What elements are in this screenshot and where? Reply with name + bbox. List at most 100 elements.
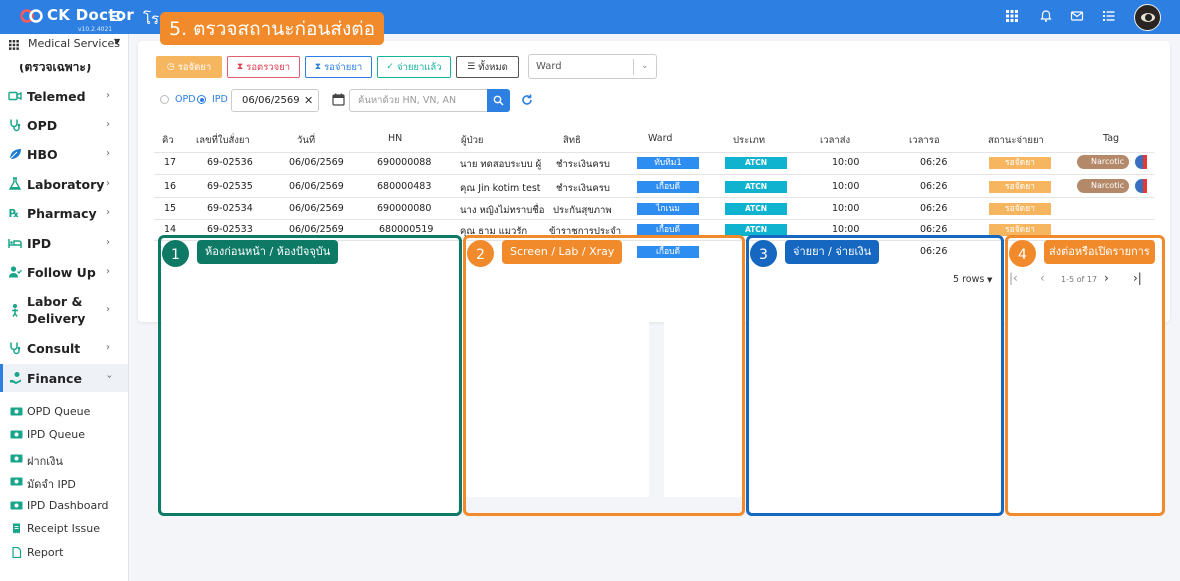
cash-icon (10, 430, 23, 439)
cash-icon (10, 477, 23, 486)
sidebar-item-hbo[interactable]: HBO › (0, 144, 128, 164)
sidebar-item-cut: (ตรวจเฉพาะ) (19, 60, 92, 74)
finance-sub-deposit[interactable]: ฝากเงิน (0, 449, 128, 469)
step-2-number: 2 (467, 240, 494, 267)
col-patient: ผู้ป่วย (461, 135, 484, 146)
apps-grid-icon[interactable] (1005, 9, 1019, 23)
cash-icon (10, 407, 23, 416)
filter-waiting-prepare-button[interactable]: ◷ รอจัดยา (156, 56, 222, 78)
clear-icon[interactable]: ✕ (304, 94, 313, 107)
sidebar-item-label: Laboratory (27, 177, 105, 192)
mail-icon[interactable] (1070, 9, 1084, 23)
sidebar-item-telemed[interactable]: Telemed › (0, 86, 128, 106)
search-button[interactable] (487, 89, 510, 112)
filter-waiting-check-button[interactable]: ⧗ รอตรวจยา (227, 56, 300, 78)
finance-sub-label: Report (27, 546, 64, 559)
stethoscope-icon (10, 342, 21, 355)
filter-dispensed-button[interactable]: ✓ จ่ายยาแล้ว (377, 56, 451, 78)
col-order: เลขที่ใบสั่งยา (196, 135, 250, 146)
sidebar-item-follow-up[interactable]: Follow Up › (0, 262, 128, 282)
type-badge: ATCN (725, 157, 787, 169)
ward-badge: ไกเนม (637, 203, 699, 215)
sidebar-item-finance[interactable]: Finance › (0, 364, 128, 392)
finance-sub-ipd-deposit[interactable]: มัดจำ IPD (0, 472, 128, 492)
radio-ipd[interactable] (197, 95, 206, 104)
pill-icon: ℞ (9, 207, 19, 220)
bell-icon[interactable] (1039, 9, 1053, 23)
check-icon: ✓ (386, 62, 394, 72)
narcotic-tag: Narcotic (1077, 179, 1130, 193)
sidebar-item-label: OPD (27, 118, 58, 133)
chevron-right-icon: › (106, 119, 110, 130)
chevron-right-icon: › (106, 342, 110, 353)
leaf-icon (9, 149, 21, 160)
cash-icon (10, 501, 23, 510)
finance-sub-ipd-queue[interactable]: IPD Queue (0, 425, 128, 445)
radio-ipd-label: IPD (212, 94, 228, 105)
col-tag: Tag (1103, 133, 1120, 144)
sidebar-item-laboratory[interactable]: Laboratory › (0, 174, 128, 194)
radio-opd-label: OPD (175, 94, 196, 105)
filter-all-button[interactable]: ☰ ทั้งหมด (456, 56, 519, 78)
cash-icon (10, 454, 23, 463)
finance-sub-receipt-issue[interactable]: Receipt Issue (0, 519, 128, 539)
sidebar-item-ipd[interactable]: IPD › (0, 233, 128, 253)
finance-sub-label: Receipt Issue (27, 522, 101, 535)
step-4-frame (1005, 235, 1165, 516)
step-1-label: ห้องก่อนหน้า / ห้องปัจจุบัน (197, 240, 339, 264)
calendar-icon[interactable] (332, 93, 345, 106)
sidebar-item-label: IPD (27, 236, 52, 251)
menu-toggle-icon[interactable] (109, 9, 123, 23)
chevron-right-icon: › (106, 304, 110, 315)
sidebar: Medical Services ▼ (ตรวจเฉพาะ) Telemed ›… (0, 34, 129, 581)
chevron-right-icon: › (106, 207, 110, 218)
ward-select-value: Ward (536, 61, 562, 72)
finance-sub-ipd-dashboard[interactable]: IPD Dashboard (0, 496, 128, 516)
col-date: วันที่ (297, 135, 316, 146)
sidebar-item-label: Telemed (27, 89, 86, 104)
status-badge: รอจัดยา (989, 157, 1051, 169)
finance-sub-label: มัดจำ IPD (27, 478, 76, 491)
module-selector[interactable]: Medical Services ▼ (0, 34, 128, 56)
sidebar-item-label: Follow Up (27, 265, 96, 280)
chevron-right-icon: › (106, 237, 110, 248)
flask-icon (8, 177, 22, 190)
hourglass-icon: ⧗ (314, 62, 322, 72)
refresh-icon[interactable] (520, 93, 534, 107)
ward-select[interactable]: Ward ⌄ (528, 54, 657, 79)
finance-sub-opd-queue[interactable]: OPD Queue (0, 402, 128, 422)
sidebar-item-label: Consult (27, 341, 81, 356)
app-version: v10.2.4021 (78, 26, 113, 33)
apps-grid-icon (9, 40, 19, 50)
chevron-right-icon: › (106, 90, 110, 101)
sidebar-item-pharmacy[interactable]: ℞ Pharmacy › (0, 203, 128, 223)
step-3-number: 3 (750, 240, 777, 267)
video-icon (8, 91, 22, 101)
search-input[interactable] (349, 89, 487, 112)
sidebar-item-opd[interactable]: OPD › (0, 115, 128, 135)
col-status: สถานะจ่ายยา (988, 135, 1044, 146)
svg-text:℞: ℞ (9, 207, 19, 220)
type-badge: ATCN (725, 181, 787, 193)
tag-indicator (1135, 155, 1147, 169)
sidebar-item-label: Finance (27, 371, 82, 386)
finance-sub-label: IPD Dashboard (27, 499, 109, 512)
radio-opd[interactable] (160, 95, 169, 104)
user-check-icon (9, 266, 22, 278)
sidebar-item-consult[interactable]: Consult › (0, 338, 128, 358)
baby-icon (12, 304, 18, 317)
filter-waiting-dispense-button[interactable]: ⧗ รอจ่ายยา (305, 56, 372, 78)
user-avatar[interactable] (1134, 4, 1161, 31)
finance-sub-report[interactable]: Report (0, 543, 128, 563)
hand-coin-icon (10, 372, 21, 384)
sidebar-item-label: Pharmacy (27, 206, 97, 221)
task-list-icon[interactable] (1102, 9, 1116, 23)
col-wait-time: เวลารอ (909, 135, 940, 146)
document-icon (12, 547, 22, 558)
sidebar-item-labor-delivery[interactable]: Labor & Delivery › (0, 291, 128, 329)
chevron-down-icon: › (103, 374, 115, 379)
date-field[interactable]: 06/06/2569 ✕ (231, 89, 319, 112)
ward-badge: ทับทิม1 (637, 157, 699, 169)
col-hn: HN (388, 133, 403, 144)
receipt-icon (13, 523, 20, 534)
